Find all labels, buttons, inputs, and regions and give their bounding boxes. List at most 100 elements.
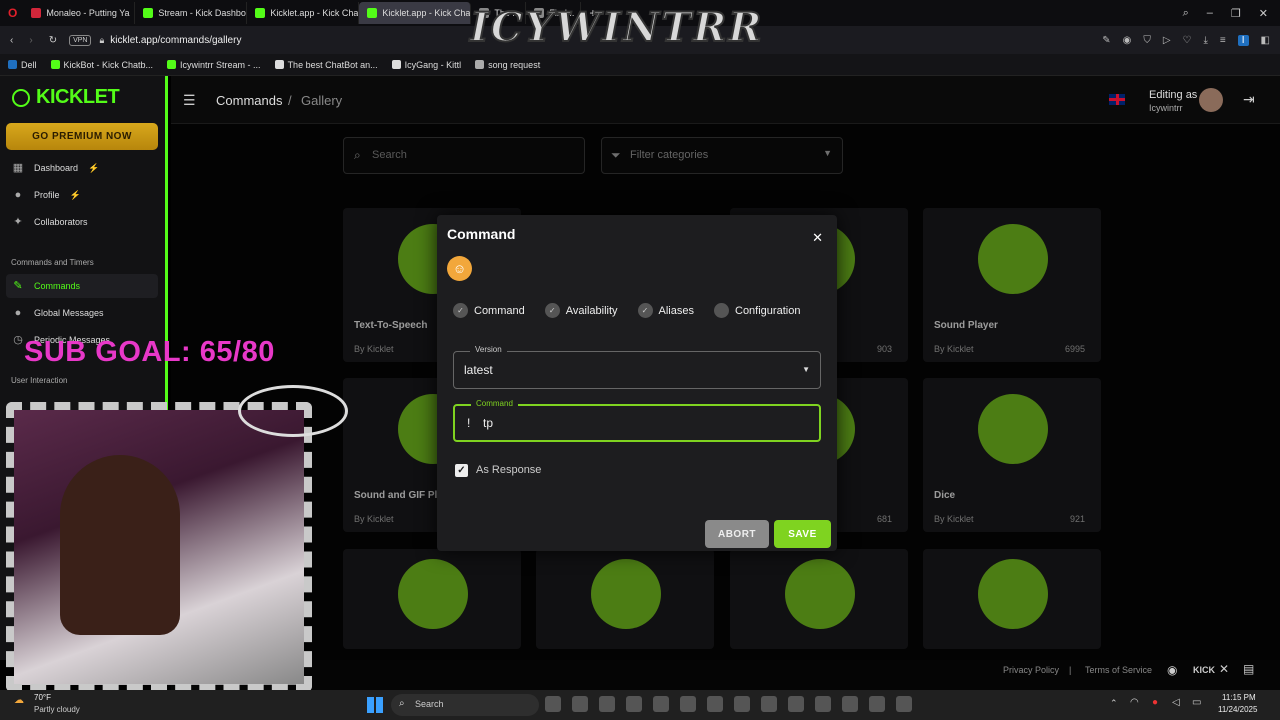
tab-favicon-icon <box>255 8 266 18</box>
play-icon[interactable]: ▷ <box>1163 35 1171 46</box>
as-response-checkbox[interactable]: ✓ <box>455 464 468 477</box>
privacy-link[interactable]: Privacy Policy <box>1003 665 1059 675</box>
widgets-icon[interactable] <box>545 696 561 712</box>
browser-tab[interactable]: Stream - Kick Dashboard <box>135 2 248 24</box>
weather-desc[interactable]: Partly cloudy <box>34 705 80 714</box>
modal-title: Command <box>447 226 516 242</box>
uk-flag-icon[interactable] <box>1109 94 1125 105</box>
forward-icon[interactable]: › <box>29 35 32 46</box>
clock-time[interactable]: 11:15 PM <box>1222 693 1256 702</box>
camera-icon[interactable]: ◉ <box>1123 35 1132 46</box>
weather-temp[interactable]: 70°F <box>34 693 51 702</box>
bookmark-item[interactable]: Dell <box>8 60 37 70</box>
volume-icon[interactable]: ◁ <box>1172 697 1180 708</box>
bookmark-item[interactable]: The best ChatBot an... <box>274 60 378 70</box>
breadcrumb-current: Gallery <box>301 93 343 108</box>
close-window-icon[interactable]: ✕ <box>1259 7 1268 20</box>
weather-icon: ☁ <box>14 695 24 706</box>
search-tabs-icon[interactable]: ⌕ <box>1183 7 1189 20</box>
mic-icon[interactable]: ● <box>1152 697 1158 708</box>
menu-icon[interactable]: ≡ <box>1220 35 1226 46</box>
browser-tab[interactable]: Kicklet.app - Kick Chatbot <box>247 2 360 24</box>
browser-tab[interactable]: Kicklet.app - Kick Chatbot <box>359 2 472 24</box>
sidebar-item-commands[interactable]: ✎ Commands <box>6 274 158 298</box>
app-icon[interactable] <box>815 696 831 712</box>
section-user-interaction: User Interaction <box>11 376 68 385</box>
sidebar-item-collaborators[interactable]: ✦ Collaborators <box>6 210 158 234</box>
clock-date[interactable]: 11/24/2025 <box>1218 705 1257 714</box>
bookmark-favicon-icon <box>391 60 401 69</box>
sidebar-item-label: Commands <box>34 281 81 291</box>
terms-link[interactable]: Terms of Service <box>1085 665 1152 675</box>
restore-icon[interactable]: ❐ <box>1231 7 1241 20</box>
edge-icon[interactable] <box>761 696 777 712</box>
browser-tab[interactable]: Monaleo - Putting Ya <box>23 2 136 24</box>
opera-logo-icon[interactable]: O <box>8 6 17 20</box>
tray-overflow-icon[interactable]: ⌃ <box>1110 698 1118 709</box>
back-icon[interactable]: ‹ <box>10 35 13 46</box>
chat-icon: ● <box>14 307 22 319</box>
teams-icon[interactable] <box>626 696 642 712</box>
opera-icon[interactable] <box>680 696 696 712</box>
smile-icon[interactable]: ☺ <box>447 256 472 281</box>
url-input[interactable]: kicklet.app/commands/gallery <box>110 35 241 46</box>
kick-link[interactable]: KICK <box>1193 665 1215 675</box>
sidebar-item-profile[interactable]: ● Profile ⚡ <box>6 183 158 207</box>
wifi-icon[interactable]: ◠ <box>1130 697 1139 708</box>
chrome-icon[interactable] <box>653 696 669 712</box>
file-explorer-icon[interactable] <box>572 696 588 712</box>
abort-button[interactable]: ABORT <box>705 520 769 548</box>
webcam-overlay <box>0 385 350 692</box>
command-input[interactable]: tp <box>483 416 493 430</box>
premium-bolt-icon: ⚡ <box>69 189 81 200</box>
x-icon[interactable]: ✕ <box>1219 662 1229 676</box>
download-icon[interactable]: ⤓ <box>1204 35 1208 46</box>
sidebar-toggle-icon[interactable]: ◧ <box>1261 35 1270 46</box>
sidebar-item-global-messages[interactable]: ● Global Messages <box>6 301 158 325</box>
taskbar-search[interactable]: ⌕ Search <box>391 694 539 716</box>
taskbar-search-input[interactable]: Search <box>415 699 444 709</box>
shield-icon[interactable]: ⛉ <box>1143 35 1151 46</box>
bookmark-item[interactable]: IcyGang - Kittl <box>391 60 461 70</box>
go-premium-button[interactable]: GO PREMIUM NOW <box>6 123 158 150</box>
chevron-down-icon: ▼ <box>802 365 810 374</box>
bookmark-item[interactable]: Icywintrr Stream - ... <box>167 60 261 70</box>
step-command[interactable]: ✓ Command <box>453 303 525 318</box>
command-field[interactable]: Command ! tp <box>453 399 821 442</box>
steam-icon[interactable] <box>707 696 723 712</box>
breadcrumb-root[interactable]: Commands <box>216 93 282 108</box>
reload-icon[interactable]: ↻ <box>49 35 57 46</box>
photos-icon[interactable] <box>896 696 912 712</box>
profile-icon[interactable]: I <box>1237 34 1249 46</box>
version-value: latest <box>464 363 493 377</box>
step-configuration[interactable]: Configuration <box>714 303 800 318</box>
heart-icon[interactable]: ♡ <box>1183 35 1192 46</box>
bookmark-item[interactable]: KickBot - Kick Chatb... <box>50 60 153 70</box>
minimize-icon[interactable]: – <box>1207 7 1213 20</box>
excel-icon[interactable] <box>734 696 750 712</box>
app-icon[interactable] <box>869 696 885 712</box>
folder-icon[interactable] <box>599 696 615 712</box>
close-icon[interactable]: ✕ <box>812 230 823 246</box>
game-icon[interactable] <box>788 696 804 712</box>
battery-icon[interactable]: ▭ <box>1192 697 1201 708</box>
version-select[interactable]: Version latest ▼ <box>453 345 821 389</box>
tab-label: Stream - Kick Dashboard <box>158 8 246 18</box>
app-icon[interactable] <box>842 696 858 712</box>
menu-toggle-icon[interactable]: ☰ <box>183 92 196 109</box>
logout-icon[interactable]: ⇥ <box>1243 91 1255 108</box>
avatar[interactable] <box>1199 88 1223 112</box>
windows-start-icon[interactable] <box>367 697 383 713</box>
docs-icon[interactable]: ▤ <box>1243 662 1254 676</box>
step-aliases[interactable]: ✓ Aliases <box>637 303 694 318</box>
sidebar-item-dashboard[interactable]: ▦ Dashboard ⚡ <box>6 156 158 180</box>
kicklet-logo[interactable]: KICKLET <box>12 86 120 109</box>
discord-icon[interactable]: ◉ <box>1167 663 1177 677</box>
edit-icon[interactable]: ✎ <box>1102 35 1110 46</box>
vpn-badge[interactable]: VPN <box>69 34 92 46</box>
bookmark-favicon-icon <box>8 60 17 69</box>
step-availability[interactable]: ✓ Availability <box>544 303 618 318</box>
address-bar-row: ‹ › ↻ VPN 🔒︎ kicklet.app/commands/galler… <box>0 3 1280 54</box>
bookmark-item[interactable]: song request <box>475 60 540 70</box>
save-button[interactable]: SAVE <box>774 520 831 548</box>
